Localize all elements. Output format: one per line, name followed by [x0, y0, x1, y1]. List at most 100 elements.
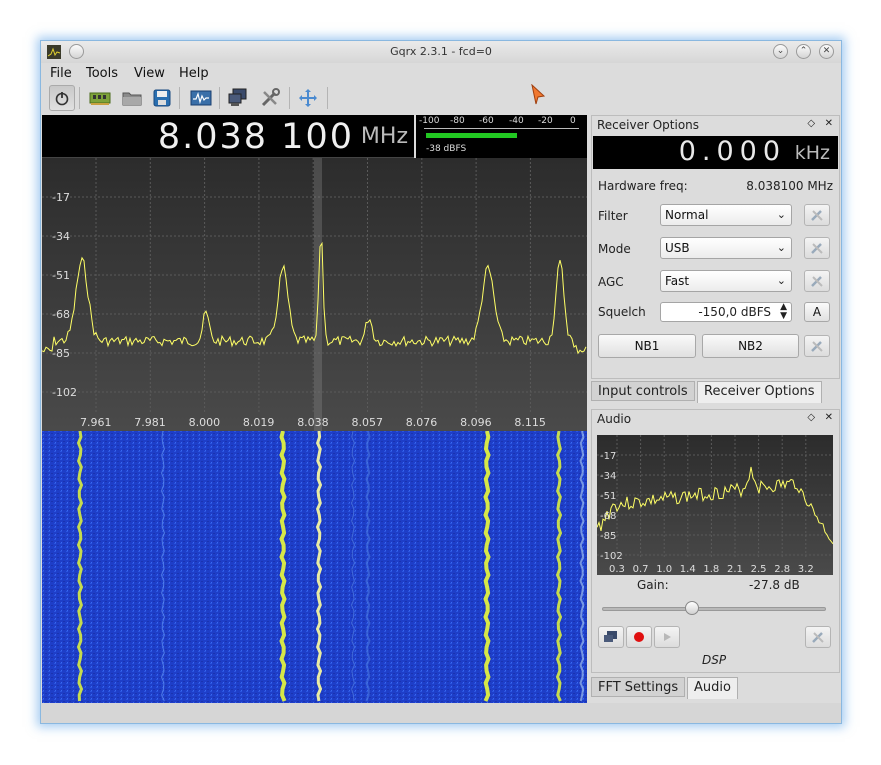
filter-label: Filter	[598, 209, 628, 223]
maximize-button[interactable]: ⌃	[796, 44, 811, 59]
udp-stream-button[interactable]	[598, 626, 624, 648]
hardware-card-icon	[89, 92, 111, 105]
remote-control-button[interactable]	[225, 85, 251, 111]
close-icon[interactable]: ✕	[825, 412, 833, 423]
fullscreen-button[interactable]	[295, 85, 321, 111]
squelch-label: Squelch	[598, 305, 646, 319]
audio-options-button[interactable]	[805, 626, 831, 648]
agc-options-button[interactable]	[804, 270, 830, 292]
spectrum-x-tick: 7.981	[134, 416, 166, 429]
spectrum-plot[interactable]: -17 -34 -51 -68 -85 -102 7.961 7.981 8.000 8.019…	[42, 158, 587, 431]
meter-level-label: -38 dBFS	[426, 144, 467, 154]
hardware-freq-value: 8.038100 MHz	[746, 179, 833, 193]
menu-file[interactable]: File	[50, 66, 72, 81]
receiver-options-panel: Receiver Options ◇ ✕ 0.000 kHz Hardware …	[591, 115, 840, 379]
squelch-value: -150,0 dBFS	[698, 305, 771, 319]
menu-view[interactable]: View	[134, 66, 165, 81]
mode-label: Mode	[598, 242, 631, 256]
save-button[interactable]	[149, 85, 175, 111]
tab-audio[interactable]: Audio	[687, 677, 738, 699]
meter-tick: -60	[479, 116, 494, 126]
power-button[interactable]	[49, 85, 75, 111]
menu-help[interactable]: Help	[179, 66, 209, 81]
gain-slider-handle[interactable]	[684, 601, 699, 615]
nb2-button[interactable]: NB2	[702, 334, 799, 358]
tab-fft-settings[interactable]: FFT Settings	[591, 677, 686, 697]
spectrum-y-tick: -102	[52, 386, 77, 399]
dock-buttons: ◇ ✕	[807, 412, 833, 423]
tab-receiver-options[interactable]: Receiver Options	[697, 381, 822, 403]
squelch-auto-button[interactable]: A	[804, 302, 830, 322]
mode-select[interactable]: USB ⌄	[660, 237, 792, 259]
meter-tick: -100	[419, 116, 440, 126]
spectrum-x-tick: 8.000	[189, 416, 221, 429]
audio-y-tick: -68	[600, 511, 616, 522]
meter-tick: -80	[450, 116, 465, 126]
audio-title: Audio	[597, 412, 632, 426]
wrench-icon	[812, 632, 824, 643]
network-icon	[604, 631, 617, 642]
spectrum-x-tick: 8.115	[514, 416, 546, 429]
wrench-icon	[811, 210, 823, 221]
nb1-button[interactable]: NB1	[598, 334, 696, 358]
spin-arrows-icon[interactable]: ▲ ▼	[780, 303, 787, 321]
fft-view-button[interactable]	[188, 85, 214, 111]
audio-y-tick: -51	[600, 491, 616, 502]
spectrum-y-tick: -85	[52, 347, 70, 360]
squelch-spinbox[interactable]: -150,0 dBFS ▲ ▼	[660, 302, 792, 322]
offset-unit: kHz	[794, 142, 830, 164]
status-bar	[41, 703, 841, 723]
gain-label: Gain:	[637, 578, 669, 592]
float-icon[interactable]: ◇	[807, 412, 815, 423]
close-button[interactable]: ✕	[819, 44, 834, 59]
audio-x-tick: 2.5	[751, 564, 767, 575]
io-devices-button[interactable]	[87, 85, 113, 111]
noise-blanker-options-button[interactable]	[804, 335, 830, 357]
menu-tools[interactable]: Tools	[86, 66, 118, 81]
wrench-icon	[811, 341, 823, 352]
agc-select[interactable]: Fast ⌄	[660, 270, 792, 292]
record-button[interactable]	[626, 626, 652, 648]
spectrum-x-tick: 8.038	[297, 416, 329, 429]
settings-button[interactable]	[257, 85, 283, 111]
spectrum-y-tick: -34	[52, 230, 70, 243]
offset-digits[interactable]: 0.000	[679, 136, 786, 167]
main-window: Gqrx 2.3.1 - fcd=0 ⌄ ⌃ ✕ File Tools View…	[40, 40, 842, 724]
minimize-button[interactable]: ⌄	[773, 44, 788, 59]
audio-spectrum-plot: -17 -34 -51 -68 -85 -102 0.3 0.7 1.0 1.4 1.8 2.1 2.…	[597, 435, 833, 575]
audio-x-tick: 1.4	[680, 564, 696, 575]
meter-tick: -40	[509, 116, 524, 126]
agc-value: Fast	[665, 274, 690, 288]
tab-input-controls[interactable]: Input controls	[591, 381, 695, 401]
play-button[interactable]	[654, 626, 680, 648]
offset-display[interactable]: 0.000 kHz	[593, 136, 838, 169]
frequency-digits[interactable]: 8.038 100	[158, 117, 354, 157]
folder-icon	[122, 92, 142, 106]
meter-level-bar	[426, 133, 517, 138]
wrench-icon	[811, 243, 823, 254]
audio-x-tick: 3.2	[798, 564, 814, 575]
mouse-cursor-icon	[531, 84, 546, 105]
audio-y-tick: -85	[600, 531, 616, 542]
dsp-label: DSP	[702, 653, 727, 667]
close-icon[interactable]: ✕	[825, 118, 833, 129]
audio-x-tick: 1.8	[703, 564, 719, 575]
frequency-unit: MHz	[360, 124, 408, 149]
float-icon[interactable]: ◇	[807, 118, 815, 129]
frequency-display[interactable]: 8.038 100 MHz	[42, 115, 414, 158]
mode-value: USB	[665, 241, 690, 255]
mode-options-button[interactable]	[804, 237, 830, 259]
spectrum-x-tick: 7.961	[80, 416, 112, 429]
spectrum-x-tick: 8.057	[352, 416, 384, 429]
open-button[interactable]	[119, 85, 145, 111]
filter-options-button[interactable]	[804, 204, 830, 226]
meter-tick: -20	[538, 116, 553, 126]
filter-select[interactable]: Normal ⌄	[660, 204, 792, 226]
waterfall-display[interactable]	[42, 431, 587, 703]
audio-x-tick: 2.1	[727, 564, 743, 575]
gain-slider-track[interactable]	[602, 607, 826, 611]
hardware-freq-label: Hardware freq:	[598, 179, 688, 193]
play-icon	[664, 633, 671, 641]
gain-value: -27.8 dB	[749, 578, 800, 592]
spectrum-x-tick: 8.096	[460, 416, 492, 429]
